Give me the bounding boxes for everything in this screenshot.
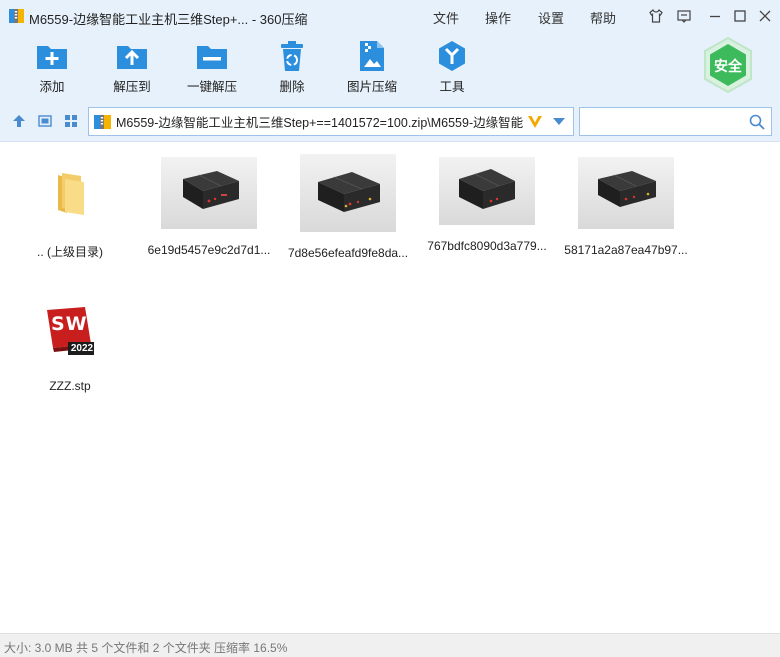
tools-button[interactable]: 工具 [416,40,488,96]
menu-operate[interactable]: 操作 [485,8,511,27]
file-name: .. (上级目录) [37,245,103,259]
skin-shirt-icon[interactable] [648,8,664,24]
solidworks-logo: SW [51,313,88,335]
add-archive-icon [35,40,69,72]
verified-check-icon [528,116,542,128]
address-bar[interactable]: M6559-边缘智能工业主机三维Step+==1401572=100.zip\M… [88,107,574,136]
maximize-icon[interactable] [732,8,748,24]
recycle-bin-icon [275,40,309,72]
up-level-icon[interactable] [11,113,27,129]
title-bar: M6559-边缘智能工业主机三维Step+... - 360压缩 文件 操作 设… [0,0,780,32]
menu-help[interactable]: 帮助 [590,8,616,27]
add-label: 添加 [39,80,65,94]
file-name: ZZZ.stp [49,379,91,393]
delete-button[interactable]: 删除 [256,40,328,96]
security-status-badge[interactable]: 安全 [703,36,753,94]
file-item-image-3[interactable]: 767bdfc8090d3a779... [417,157,557,253]
file-item-image-1[interactable]: 6e19d5457e9c2d7d1... [139,157,279,257]
image-compress-icon [355,40,389,72]
file-item-stp[interactable]: SW 2022 ZZZ.stp [0,299,140,393]
image-thumbnail [439,157,535,225]
image-thumbnail [300,154,396,232]
solidworks-version: 2022 [70,343,94,354]
image-compress-label: 图片压缩 [346,80,397,94]
image-thumbnail [578,157,674,229]
minimize-icon[interactable] [707,8,723,24]
file-item-parent-folder[interactable]: .. (上级目录) [0,157,140,260]
solidworks-file-icon: SW 2022 [22,299,118,361]
file-name: 58171a2a87ea47b97... [564,243,688,257]
file-name: 767bdfc8090d3a779... [427,239,547,253]
one-click-extract-label: 一键解压 [186,80,237,94]
status-text: 大小: 3.0 MB 共 5 个文件和 2 个文件夹 压缩率 16.5% [4,641,288,655]
safe-label: 安全 [714,58,742,74]
folder-icon [22,157,118,229]
extract-to-icon [115,40,149,72]
address-row: M6559-边缘智能工业主机三维Step+==1401572=100.zip\M… [0,102,780,142]
file-list: .. (上级目录) 6e19d5457e9c2d7d1... 7d8e56efe… [0,143,780,633]
address-path: M6559-边缘智能工业主机三维Step+==1401572=100.zip\M… [116,116,524,130]
search-icon[interactable] [749,114,765,130]
extract-to-button[interactable]: 解压到 [96,40,168,96]
window-title: M6559-边缘智能工业主机三维Step+... - 360压缩 [29,12,308,27]
extract-to-label: 解压到 [113,80,151,94]
image-compress-button[interactable]: 图片压缩 [336,40,408,96]
search-input[interactable] [579,107,772,136]
app-logo-icon [9,9,24,23]
toolbar: 添加 解压到 一键解压 删除 图片压缩 工具 安全 [0,32,780,102]
tools-icon [435,40,469,72]
view-detail-icon[interactable] [37,113,53,129]
one-click-extract-icon [195,40,229,72]
view-thumbnail-icon[interactable] [63,113,79,129]
delete-label: 删除 [279,80,305,94]
menu-settings[interactable]: 设置 [538,8,564,27]
file-name: 7d8e56efeafd9fe8da... [287,246,409,260]
image-thumbnail [161,157,257,229]
file-item-image-4[interactable]: 58171a2a87ea47b97... [556,157,696,257]
status-bar: 大小: 3.0 MB 共 5 个文件和 2 个文件夹 压缩率 16.5% [0,633,780,657]
address-dropdown-icon[interactable] [545,108,573,135]
menu-file[interactable]: 文件 [433,8,459,27]
add-button[interactable]: 添加 [16,40,88,96]
close-icon[interactable] [757,8,773,24]
tools-label: 工具 [439,80,465,94]
archive-icon [94,114,111,129]
file-name: 6e19d5457e9c2d7d1... [147,243,271,257]
feedback-icon[interactable] [676,8,692,24]
one-click-extract-button[interactable]: 一键解压 [176,40,248,96]
file-item-image-2[interactable]: 7d8e56efeafd9fe8da... [278,154,418,260]
